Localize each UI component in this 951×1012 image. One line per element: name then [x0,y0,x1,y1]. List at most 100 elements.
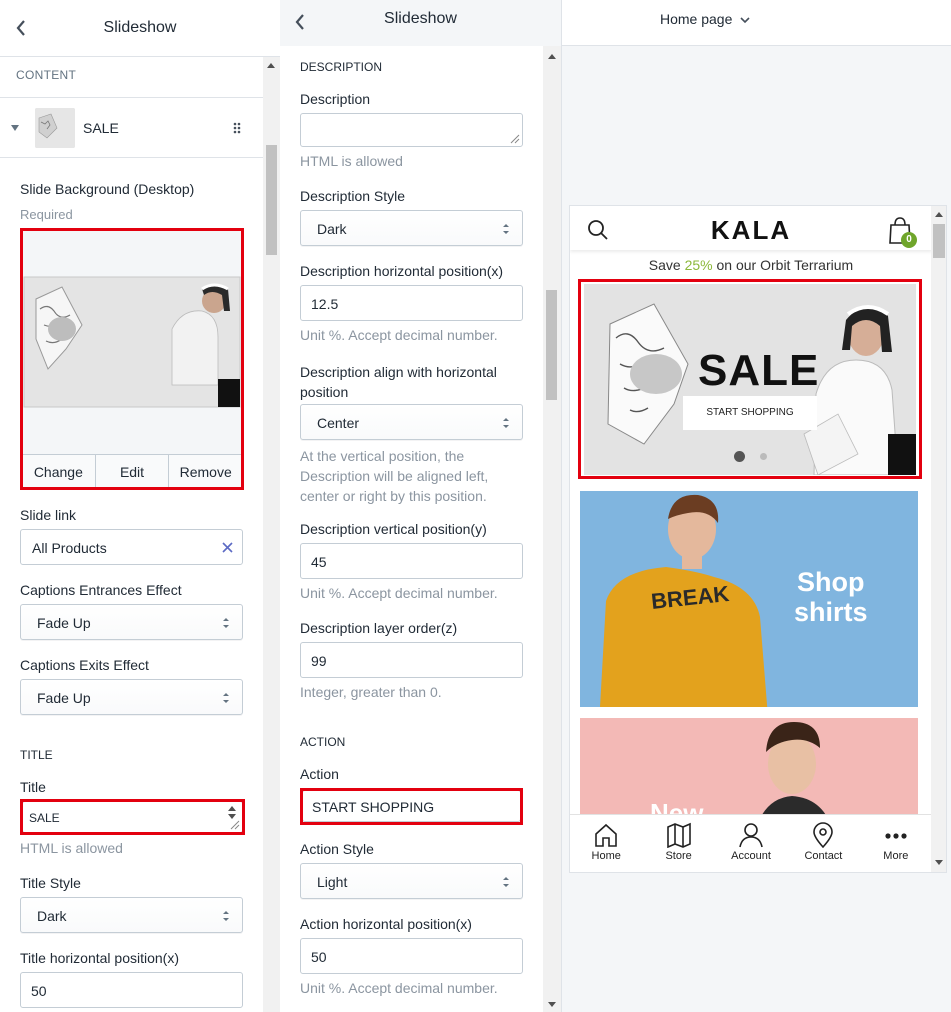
title-style-select[interactable]: Dark [20,897,243,933]
slide-background-label: Slide Background (Desktop) [20,181,195,197]
section-heading-description: DESCRIPTION [300,60,383,74]
desc-layer-input[interactable]: 99 [300,642,523,678]
tab-label: More [883,850,909,862]
captions-exit-value: Fade Up [37,690,91,706]
page-selector[interactable]: Home page [660,11,750,27]
captions-entrance-select[interactable]: Fade Up [20,604,243,640]
section-heading-content: CONTENT [16,68,77,82]
scrollbar-thumb[interactable] [266,145,277,255]
desc-hpos-help-text: Unit %. Accept decimal number. [300,327,498,343]
highlight-box [300,788,523,825]
store-header: KALA 0 [570,206,932,250]
title-hpos-label: Title horizontal position(x) [20,950,179,966]
highlight-box [20,228,244,490]
scroll-up-icon[interactable] [267,63,275,68]
title-label: Title [20,779,46,795]
action-hpos-value: 50 [311,949,327,965]
tab-label: Account [731,850,771,862]
middle-scrollbar[interactable] [543,46,561,1012]
store-logo[interactable]: KALA [570,215,932,246]
title-hpos-input[interactable]: 50 [20,972,243,1008]
user-icon [739,823,763,848]
desc-vpos-value: 45 [311,554,327,570]
action-style-value: Light [317,874,348,890]
drag-handle-icon[interactable] [233,122,241,134]
banner-heading-line2: shirts [794,597,868,627]
action-hpos-input[interactable]: 50 [300,938,523,974]
mobile-preview-frame: KALA 0 Save 25% on our Orbit Terrarium S… [569,205,947,873]
location-pin-icon [813,822,834,848]
tab-more[interactable]: More [860,815,932,872]
select-arrows-icon [503,877,509,887]
slide-block-row[interactable]: SALE [0,98,263,158]
banner-heading: Shop shirts [794,567,868,627]
scroll-up-icon[interactable] [935,212,943,217]
select-arrows-icon [503,418,509,428]
new-arrivals-banner[interactable]: New [580,718,918,828]
preview-area: Home page KALA 0 Save 25% on our Orbit T… [561,0,951,1012]
desc-align-label: Description align with horizontal positi… [300,364,497,400]
tab-label: Contact [804,850,843,862]
map-icon [666,822,691,848]
scroll-down-icon[interactable] [548,1002,556,1007]
settings-panel-middle: Slideshow DESCRIPTION Description HTML i… [280,0,561,1012]
section-heading-title: TITLE [20,748,53,762]
promo-bar: Save 25% on our Orbit Terrarium [570,257,932,273]
tab-home[interactable]: Home [570,815,642,872]
select-arrows-icon [503,224,509,234]
desc-style-select[interactable]: Dark [300,210,523,246]
shop-shirts-banner[interactable]: BREAK Shop shirts [580,491,918,707]
home-icon [595,823,618,847]
tab-label: Home [591,850,621,862]
desc-layer-value: 99 [311,653,327,669]
desc-align-value: Center [317,415,360,431]
slide-link-input[interactable]: All Products [20,529,243,565]
panel-header: Slideshow [280,0,561,46]
tab-store[interactable]: Store [642,815,714,872]
desc-align-select[interactable]: Center [300,404,523,440]
select-arrows-icon [223,618,229,628]
cart-count-badge: 0 [901,232,917,248]
action-label: Action [300,766,339,782]
action-style-select[interactable]: Light [300,863,523,899]
slide-link-label: Slide link [20,507,77,523]
scrollbar-thumb[interactable] [546,290,557,400]
left-scrollbar[interactable] [263,57,280,1012]
promo-accent: 25% [684,257,713,273]
more-dots-icon [885,833,907,839]
resize-handle-icon[interactable] [510,134,520,144]
desc-style-label: Description Style [300,188,406,204]
desc-hpos-value: 12.5 [311,296,339,312]
desc-hpos-input[interactable]: 12.5 [300,285,523,321]
banner-heading-line1: Shop [797,567,865,597]
panel-header: Slideshow [0,0,280,57]
title-style-value: Dark [37,908,67,924]
desc-vpos-label: Description vertical position(y) [300,521,487,537]
desc-layer-help-text: Integer, greater than 0. [300,684,442,700]
scroll-down-icon[interactable] [935,860,943,865]
title-style-label: Title Style [20,875,81,891]
captions-exit-label: Captions Exits Effect [20,657,149,673]
description-help-text: HTML is allowed [300,153,403,169]
desc-align-help-text: At the vertical position, the Descriptio… [300,448,489,504]
tab-label: Store [665,850,692,862]
captions-entrance-label: Captions Entrances Effect [20,582,182,598]
scrollbar-thumb[interactable] [933,224,945,258]
captions-exit-select[interactable]: Fade Up [20,679,243,715]
panel-title: Slideshow [384,10,457,27]
page-selector-label: Home page [660,11,733,27]
tab-contact[interactable]: Contact [787,815,859,872]
clear-link-icon[interactable] [222,542,233,553]
caret-down-icon[interactable] [11,125,19,131]
description-label: Description [300,91,371,107]
preview-scrollbar[interactable] [931,206,946,872]
scroll-up-icon[interactable] [548,54,556,59]
desc-vpos-input[interactable]: 45 [300,543,523,579]
description-textarea[interactable] [300,113,523,147]
highlight-box [578,279,922,479]
tab-account[interactable]: Account [715,815,787,872]
preview-topbar: Home page [562,0,951,46]
slide-thumbnail [35,108,75,148]
title-help-text: HTML is allowed [20,840,123,856]
highlight-box [20,799,245,835]
